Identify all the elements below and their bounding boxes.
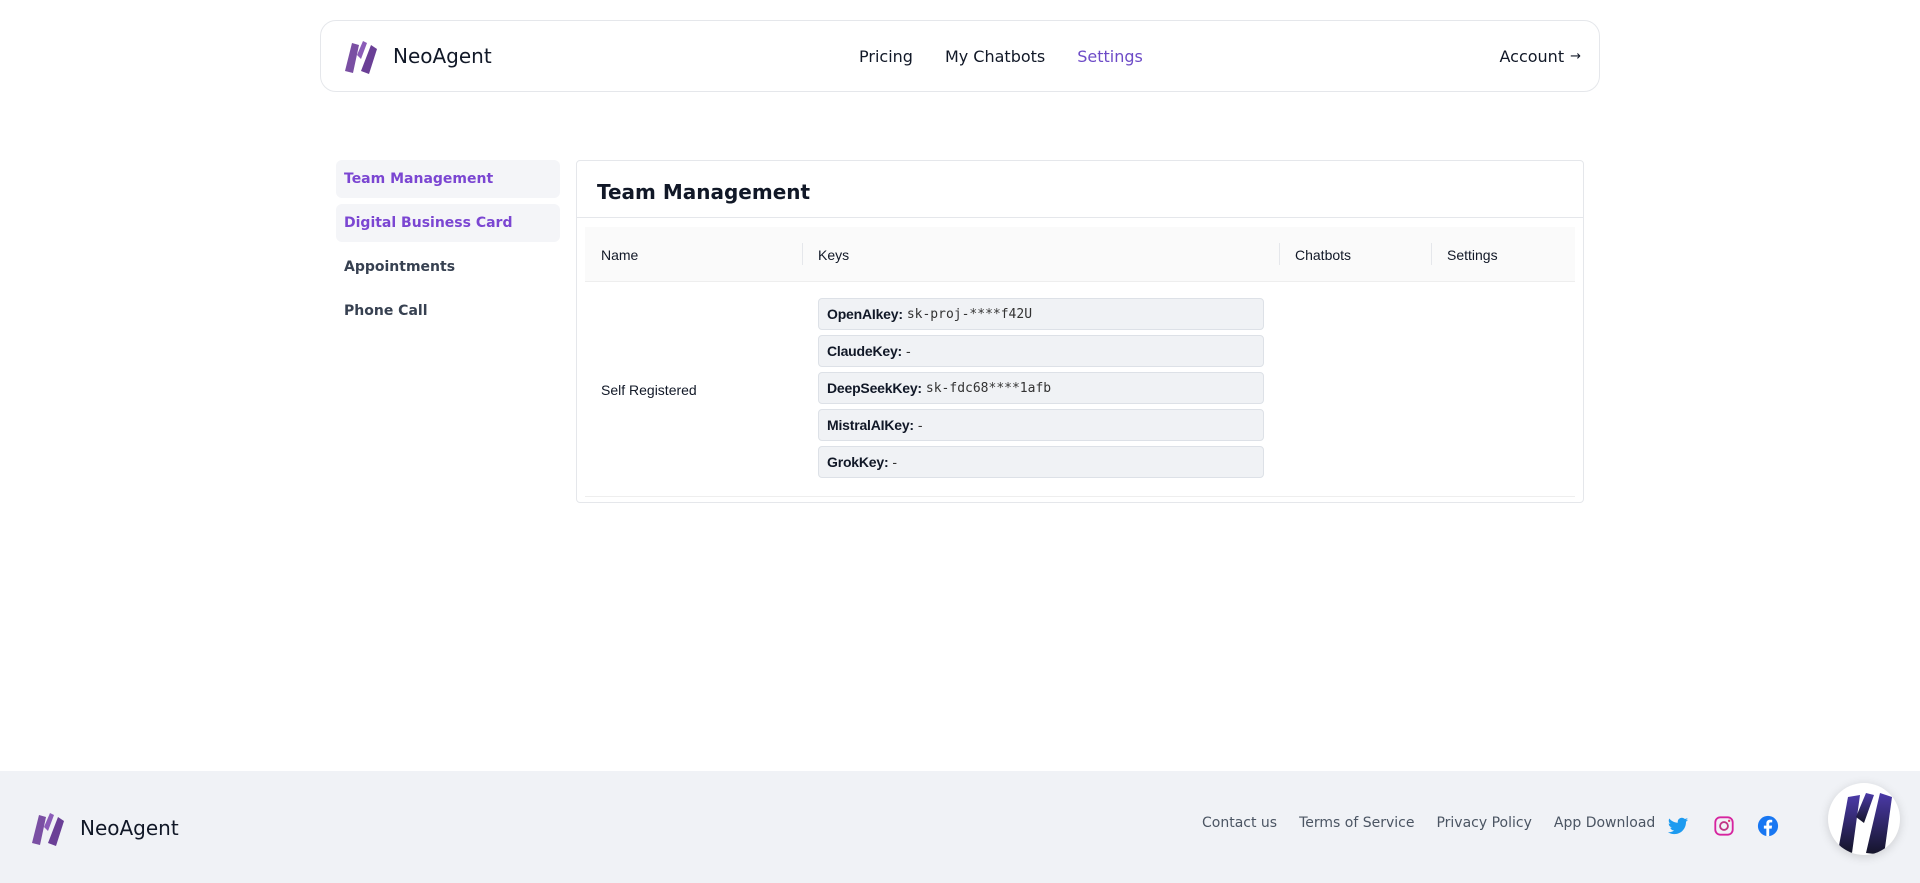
account-link[interactable]: Account → <box>1499 47 1581 66</box>
column-header-settings: Settings <box>1431 227 1498 282</box>
footer-link-contact[interactable]: Contact us <box>1202 815 1277 831</box>
brand-name: NeoAgent <box>393 44 492 68</box>
key-item-openai: OpenAIkey: sk-proj-****f42U <box>818 298 1264 330</box>
account-label: Account <box>1499 47 1565 66</box>
key-label: MistralAIKey: <box>827 417 914 433</box>
column-header-keys: Keys <box>802 227 849 282</box>
key-item-deepseek: DeepSeekKey: sk-fdc68****1afb <box>818 372 1264 404</box>
key-label: DeepSeekKey: <box>827 380 922 396</box>
facebook-icon[interactable] <box>1757 815 1779 837</box>
main-nav: Pricing My Chatbots Settings <box>859 47 1143 66</box>
sidebar-item-phone-call[interactable]: Phone Call <box>336 292 560 330</box>
nav-pricing[interactable]: Pricing <box>859 47 913 66</box>
twitter-icon[interactable] <box>1667 815 1689 837</box>
neoagent-logo-icon <box>345 41 377 74</box>
key-value: - <box>906 343 911 359</box>
key-label: ClaudeKey: <box>827 343 903 359</box>
column-header-chatbots: Chatbots <box>1279 227 1351 282</box>
column-header-name: Name <box>601 246 639 263</box>
footer-link-app-download[interactable]: App Download <box>1554 815 1655 831</box>
footer-brand[interactable]: NeoAgent <box>30 809 179 847</box>
footer: NeoAgent Contact us Terms of Service Pri… <box>0 771 1920 883</box>
footer-link-privacy[interactable]: Privacy Policy <box>1436 815 1531 831</box>
sidebar-item-team-management[interactable]: Team Management <box>336 160 560 198</box>
key-value: sk-fdc68****1afb <box>925 380 1052 396</box>
key-item-mistral: MistralAIKey: - <box>818 409 1264 441</box>
key-item-grok: GrokKey: - <box>818 446 1264 478</box>
member-name: Self Registered <box>601 381 697 398</box>
table-row: Self Registered OpenAIkey: sk-proj-****f… <box>585 282 1575 497</box>
settings-sidebar: Team Management Digital Business Card Ap… <box>336 160 560 336</box>
nav-my-chatbots[interactable]: My Chatbots <box>945 47 1045 66</box>
arrow-right-icon: → <box>1570 49 1581 64</box>
key-value: - <box>917 417 923 433</box>
key-value: sk-proj-****f42U <box>906 306 1033 322</box>
key-value: - <box>892 454 898 470</box>
key-label: OpenAIkey: <box>827 306 903 322</box>
footer-link-terms[interactable]: Terms of Service <box>1299 815 1414 831</box>
keys-list: OpenAIkey: sk-proj-****f42U ClaudeKey: -… <box>818 298 1264 483</box>
key-item-claude: ClaudeKey: - <box>818 335 1264 367</box>
footer-links: Contact us Terms of Service Privacy Poli… <box>1202 815 1655 831</box>
assistant-logo-icon <box>1838 793 1892 855</box>
brand[interactable]: NeoAgent <box>343 37 492 75</box>
sidebar-item-appointments[interactable]: Appointments <box>336 248 560 286</box>
instagram-icon[interactable] <box>1713 815 1735 837</box>
chat-assistant-button[interactable] <box>1828 783 1900 855</box>
divider <box>577 217 1583 218</box>
footer-brand-name: NeoAgent <box>80 816 179 840</box>
table-header: Name Keys Chatbots Settings <box>585 227 1575 282</box>
neoagent-logo-icon <box>32 813 64 846</box>
sidebar-item-digital-business-card[interactable]: Digital Business Card <box>336 204 560 242</box>
page-title: Team Management <box>597 180 811 204</box>
team-management-panel: Team Management Name Keys Chatbots Setti… <box>576 160 1584 503</box>
nav-settings[interactable]: Settings <box>1077 47 1143 66</box>
top-navbar: NeoAgent Pricing My Chatbots Settings Ac… <box>320 20 1600 92</box>
key-label: GrokKey: <box>827 454 889 470</box>
